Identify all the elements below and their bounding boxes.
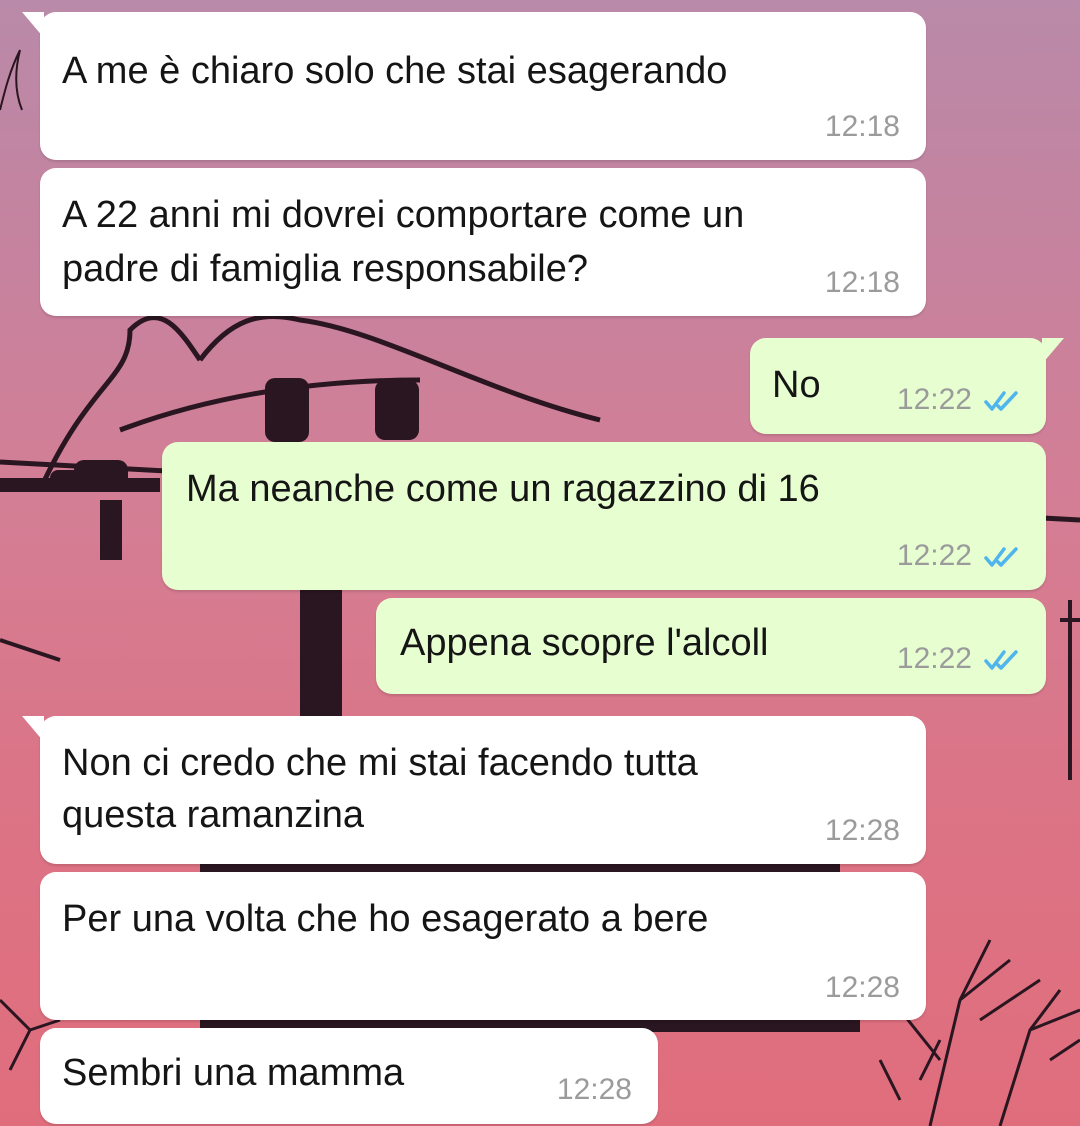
message-bubble-incoming[interactable]: A me è chiaro solo che stai esagerando 1…: [22, 12, 926, 160]
bubble-tail: [22, 716, 44, 742]
message-timestamp: 12:18: [824, 110, 900, 143]
message-timestamp: 12:28: [824, 971, 900, 1004]
message-text: A me è chiaro solo che stai esagerando: [62, 50, 728, 92]
message-text-line: A 22 anni mi dovrei comportare come un: [62, 194, 745, 236]
message-bubble-incoming[interactable]: A 22 anni mi dovrei comportare come un p…: [40, 168, 926, 316]
message-text: Appena scopre l'alcoll: [400, 622, 769, 664]
message-text-line: Non ci credo che mi stai facendo tutta: [62, 742, 698, 784]
message-timestamp: 12:22: [896, 383, 972, 416]
message-bubble-incoming[interactable]: Sembri una mamma 12:28: [40, 1028, 658, 1124]
message-timestamp: 12:18: [824, 266, 900, 299]
message-bubble-outgoing[interactable]: Appena scopre l'alcoll 12:22: [376, 598, 1046, 694]
message-bubble-incoming[interactable]: Non ci credo che mi stai facendo tutta q…: [22, 716, 926, 864]
message-text: Per una volta che ho esagerato a bere: [62, 898, 709, 940]
double-check-icon: [984, 391, 1018, 411]
message-timestamp: 12:22: [896, 539, 972, 572]
double-check-icon: [984, 547, 1018, 567]
double-check-icon: [984, 650, 1018, 670]
message-text: Sembri una mamma: [62, 1052, 405, 1094]
bubble-tail: [1042, 338, 1064, 364]
message-timestamp: 12:28: [824, 814, 900, 847]
message-text-line: questa ramanzina: [62, 794, 365, 836]
message-text-line: padre di famiglia responsabile?: [62, 248, 588, 290]
message-timestamp: 12:28: [556, 1073, 632, 1106]
message-timestamp: 12:22: [896, 642, 972, 675]
message-bubble-incoming[interactable]: Per una volta che ho esagerato a bere 12…: [40, 872, 926, 1020]
message-bubble-outgoing[interactable]: Ma neanche come un ragazzino di 16 12:22: [162, 442, 1046, 590]
message-bubble-outgoing[interactable]: No 12:22: [750, 338, 1064, 434]
bubble-tail: [22, 12, 44, 38]
message-text: No: [772, 364, 821, 406]
message-text: Ma neanche come un ragazzino di 16: [186, 468, 820, 510]
